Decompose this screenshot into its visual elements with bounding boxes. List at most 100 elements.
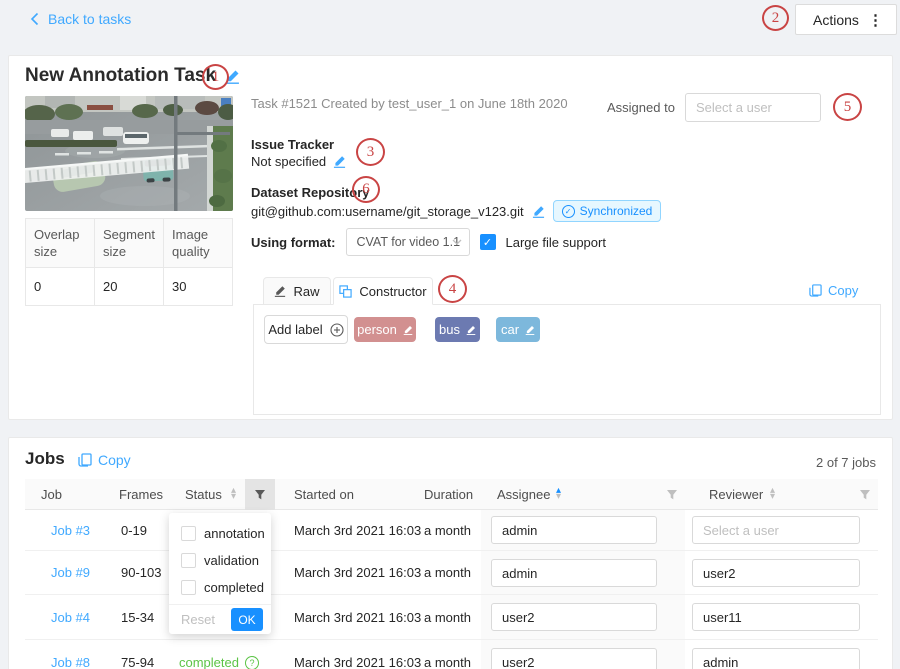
assignee-sorter[interactable]: ▴▾ (556, 488, 561, 500)
job-frames: 90-103 (121, 551, 161, 595)
job-duration: a month (424, 640, 471, 669)
job-assignee-input[interactable] (491, 559, 657, 587)
filter-option-label: completed (204, 580, 264, 595)
tab-constructor[interactable]: Constructor (333, 277, 433, 305)
jobs-copy-label: Copy (98, 452, 131, 468)
filter-option-label: validation (204, 553, 259, 568)
status-filter-dropdown: annotation validation completed Reset OK (169, 513, 271, 634)
sync-status-label: Synchronized (580, 204, 653, 218)
job-link[interactable]: Job #8 (51, 640, 90, 669)
param-header: Overlap size (26, 219, 95, 268)
job-reviewer-input[interactable] (692, 559, 860, 587)
col-status[interactable]: Status (185, 479, 222, 510)
reviewer-filter-icon[interactable] (850, 479, 880, 510)
checkmark-icon: ✓ (483, 236, 492, 249)
jobs-count: 2 of 7 jobs (816, 455, 876, 470)
tab-constructor-label: Constructor (359, 284, 426, 299)
assignee-filter-icon[interactable] (657, 479, 687, 510)
col-assignee[interactable]: Assignee (497, 479, 550, 510)
actions-button[interactable]: Actions ⋮ (795, 4, 897, 35)
edit-label-icon[interactable] (525, 325, 535, 335)
check-circle-icon: ✓ (562, 205, 575, 218)
task-assignee-input[interactable] (685, 93, 821, 122)
back-to-tasks-label: Back to tasks (48, 11, 131, 27)
assigned-to-label: Assigned to (607, 100, 675, 115)
back-to-tasks-link[interactable]: Back to tasks (30, 11, 131, 27)
col-duration: Duration (424, 479, 473, 510)
col-reviewer[interactable]: Reviewer (709, 479, 763, 510)
chevron-down-icon (452, 239, 462, 245)
tab-raw[interactable]: Raw (263, 277, 331, 305)
edit-repository-icon[interactable] (532, 205, 545, 218)
job-reviewer-input[interactable] (692, 516, 860, 544)
job-row: Job #4 15-34 March 3rd 2021 16:03 a mont… (25, 595, 878, 640)
label-tag-car[interactable]: car (496, 317, 540, 342)
status-sorter[interactable]: ▴▾ (231, 488, 236, 500)
edit-issue-tracker-icon[interactable] (333, 155, 346, 168)
tab-raw-label: Raw (293, 284, 319, 299)
job-reviewer-input[interactable] (692, 648, 860, 669)
edit-label-icon[interactable] (403, 325, 413, 335)
param-value: 30 (164, 268, 233, 306)
jobs-title: Jobs (25, 449, 65, 469)
pencil-icon (274, 285, 286, 297)
reviewer-sorter[interactable]: ▴▾ (770, 488, 775, 500)
job-link[interactable]: Job #4 (51, 595, 90, 640)
param-value: 0 (26, 268, 95, 306)
dataset-repository-url: git@github.com:username/git_storage_v123… (251, 204, 524, 219)
col-job: Job (41, 479, 62, 510)
job-started: March 3rd 2021 16:03 (294, 640, 421, 669)
task-meta: Task #1521 Created by test_user_1 on Jun… (251, 96, 568, 111)
job-assignee-input[interactable] (491, 516, 657, 544)
filter-option-completed[interactable]: completed (169, 574, 271, 601)
label-tag-bus[interactable]: bus (435, 317, 480, 342)
caret-down-icon: ▾ (231, 494, 236, 500)
using-format-label: Using format: (251, 235, 336, 250)
edit-label-icon[interactable] (466, 325, 476, 335)
annotation-circle-1: 1 (202, 64, 229, 90)
label-tag-person[interactable]: person (354, 317, 416, 342)
job-assignee-input[interactable] (491, 603, 657, 631)
add-label-button[interactable]: Add label (264, 315, 348, 344)
filter-ok-button[interactable]: OK (231, 608, 263, 631)
annotation-circle-4: 4 (438, 275, 467, 303)
annotation-circle-2: 2 (762, 5, 789, 31)
filter-checkbox[interactable] (181, 553, 196, 568)
job-reviewer-input[interactable] (692, 603, 860, 631)
labels-copy-label: Copy (828, 283, 858, 298)
filter-option-validation[interactable]: validation (169, 547, 271, 574)
job-duration: a month (424, 595, 471, 640)
block-icon (339, 285, 352, 298)
large-file-checkbox[interactable]: ✓ (480, 234, 496, 250)
job-started: March 3rd 2021 16:03 (294, 510, 421, 551)
large-file-label: Large file support (506, 235, 606, 250)
job-link[interactable]: Job #9 (51, 551, 90, 595)
copy-icon (78, 453, 92, 467)
jobs-copy-button[interactable]: Copy (78, 452, 131, 468)
filter-checkbox[interactable] (181, 580, 196, 595)
filter-option-annotation[interactable]: annotation (169, 520, 271, 547)
format-select[interactable]: CVAT for video 1.1 (346, 228, 470, 256)
label-tag-text: person (357, 322, 397, 337)
status-filter-icon[interactable] (245, 479, 275, 510)
labels-copy-button[interactable]: Copy (809, 283, 858, 298)
param-header: Segment size (94, 219, 163, 268)
annotation-circle-5: 5 (833, 93, 862, 121)
plus-circle-icon (330, 323, 344, 337)
filter-reset-button[interactable]: Reset (181, 612, 215, 627)
issue-tracker-label: Issue Tracker (251, 137, 334, 152)
job-link[interactable]: Job #3 (51, 510, 90, 551)
copy-icon (809, 284, 822, 297)
filter-divider (169, 604, 271, 605)
job-frames: 0-19 (121, 510, 147, 551)
job-status-text: completed (179, 655, 239, 669)
actions-label: Actions (813, 12, 859, 28)
filter-checkbox[interactable] (181, 526, 196, 541)
issue-tracker-value: Not specified (251, 154, 326, 169)
add-label-text: Add label (268, 322, 322, 337)
col-started: Started on (294, 479, 354, 510)
jobs-table-header: Job Frames Status ▴▾ Started on Duration… (25, 479, 878, 510)
job-assignee-input[interactable] (491, 648, 657, 669)
job-duration: a month (424, 510, 471, 551)
job-row: Job #8 75-94 completed ? March 3rd 2021 … (25, 640, 878, 669)
